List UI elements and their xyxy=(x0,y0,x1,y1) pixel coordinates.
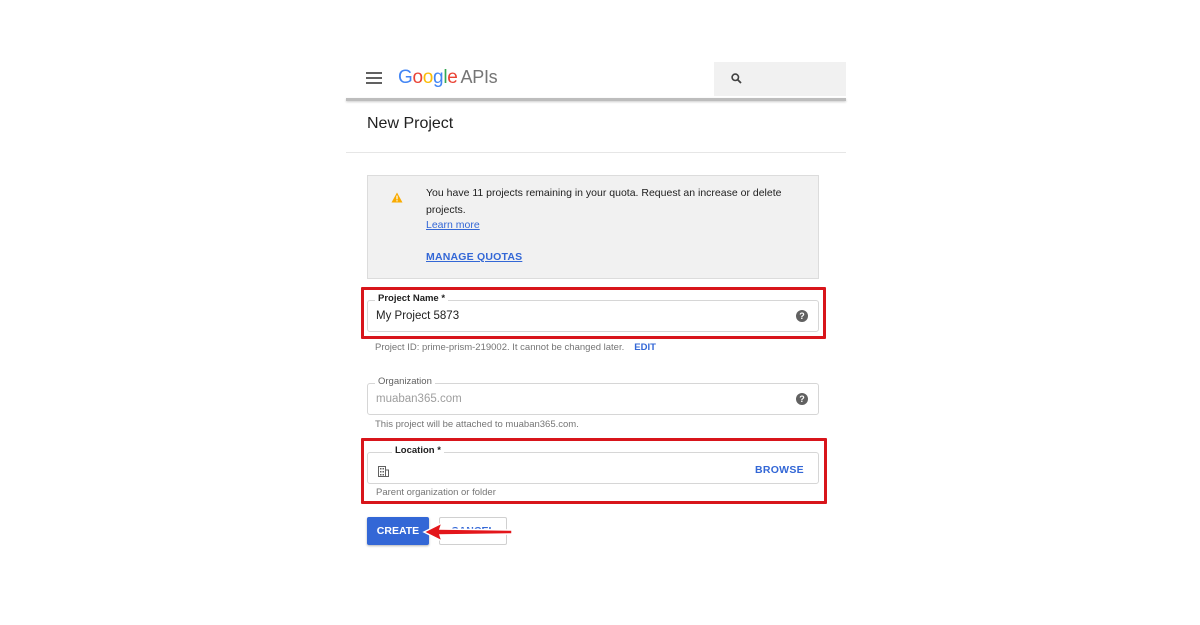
location-hint: Parent organization or folder xyxy=(376,487,496,498)
edit-project-id-button[interactable]: EDIT xyxy=(634,342,656,353)
search-input[interactable] xyxy=(714,62,846,96)
project-name-value[interactable]: My Project 5873 xyxy=(376,310,459,322)
organization-field[interactable]: Organization muaban365.com ? xyxy=(367,376,819,415)
title-divider xyxy=(346,152,846,153)
quota-message: You have 11 projects remaining in your q… xyxy=(426,187,782,216)
project-name-field[interactable]: Project Name * My Project 5873 ? xyxy=(367,293,819,332)
red-arrow-icon xyxy=(422,521,513,543)
header-divider xyxy=(346,98,846,101)
project-id-hint: Project ID: prime-prism-219002. It canno… xyxy=(375,342,656,353)
search-icon xyxy=(731,73,742,84)
page-title: New Project xyxy=(367,115,454,132)
quota-notice: You have 11 projects remaining in your q… xyxy=(367,175,819,279)
location-field[interactable]: Location * BROWSE xyxy=(367,445,819,484)
project-name-label: Project Name * xyxy=(375,293,449,304)
manage-quotas-link[interactable]: MANAGE QUOTAS xyxy=(426,251,522,263)
project-name-help-icon[interactable]: ? xyxy=(796,310,808,322)
learn-more-link[interactable]: Learn more xyxy=(426,219,480,231)
google-apis-logo[interactable]: Google APIs xyxy=(398,67,498,89)
building-icon xyxy=(378,466,389,477)
browse-button[interactable]: BROWSE xyxy=(755,464,804,476)
organization-label: Organization xyxy=(375,376,435,387)
organization-hint: This project will be attached to muaban3… xyxy=(375,419,579,430)
hamburger-menu-icon[interactable] xyxy=(366,72,382,84)
top-app-bar: Google APIs xyxy=(346,61,846,101)
new-project-panel: Google APIs New Project You have 11 proje… xyxy=(346,55,846,555)
logo-suffix: APIs xyxy=(460,67,498,87)
organization-value[interactable]: muaban365.com xyxy=(376,393,462,405)
warning-icon xyxy=(391,192,403,203)
location-label: Location * xyxy=(392,445,444,456)
organization-help-icon[interactable]: ? xyxy=(796,393,808,405)
